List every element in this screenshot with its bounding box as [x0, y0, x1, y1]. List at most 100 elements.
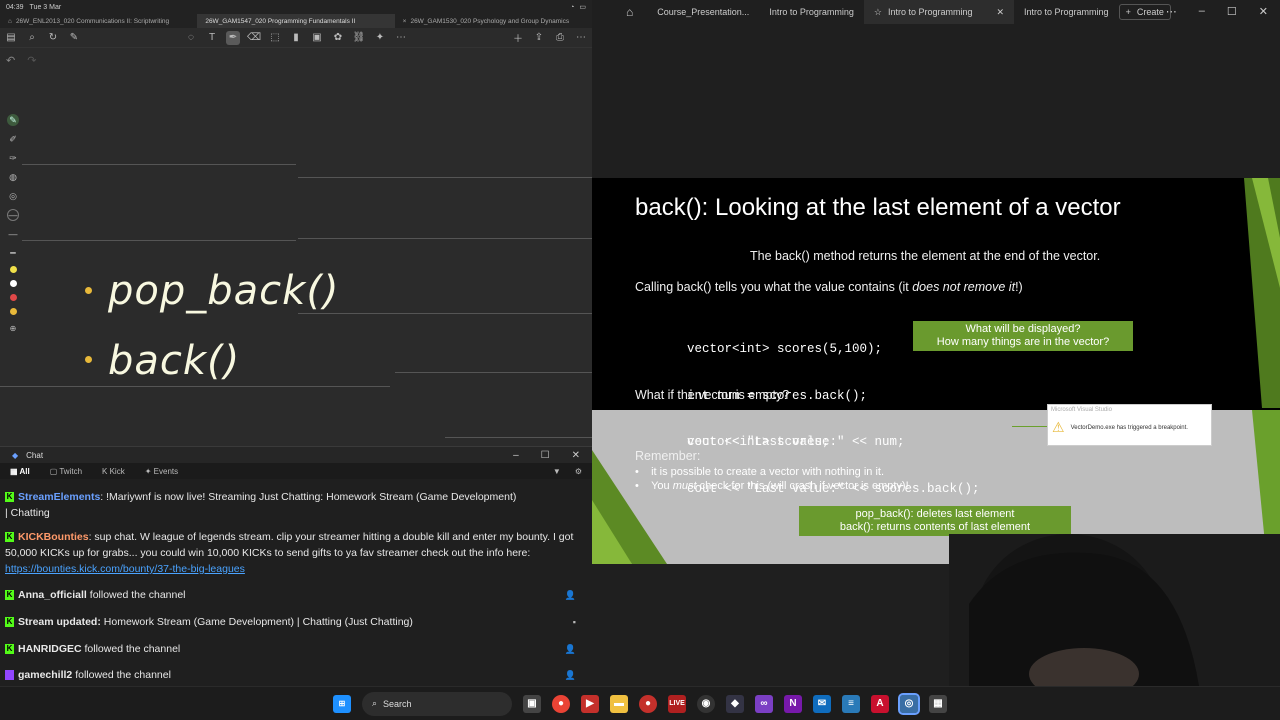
filter-all[interactable]: ▦ All — [10, 467, 30, 476]
status-date: Tue 3 Mar — [29, 3, 62, 11]
pointer-line — [1012, 426, 1047, 427]
close-icon[interactable]: ✕ — [572, 450, 580, 461]
notepad-icon[interactable]: ≡ — [842, 694, 860, 713]
menu-icon[interactable]: ⋯ — [574, 31, 588, 45]
edit-icon[interactable]: ✎ — [67, 31, 81, 45]
text-icon[interactable]: T — [205, 31, 219, 45]
start-icon[interactable]: ⊞ — [333, 694, 351, 713]
star-icon[interactable]: ☆ — [874, 7, 882, 18]
filter-kick[interactable]: K Kick — [102, 467, 125, 476]
chrome-icon[interactable]: ● — [552, 694, 570, 713]
file-explorer-icon[interactable]: ▬ — [610, 694, 628, 713]
bounty-link[interactable]: https://bounties.kick.com/bounty/37-the-… — [5, 563, 245, 575]
status-time: 04:39 — [6, 3, 24, 11]
home-icon[interactable]: ⌂ — [8, 18, 12, 25]
gem-app-icon[interactable]: ◆ — [726, 694, 744, 713]
maximize-icon[interactable]: ☐ — [541, 450, 550, 461]
medium-line-icon[interactable]: ━ — [7, 247, 19, 259]
obs-icon[interactable]: ◉ — [697, 694, 715, 713]
bullet-text: check for this (will crash if vector is … — [696, 480, 909, 492]
color-yellow[interactable] — [9, 266, 17, 273]
image-icon[interactable]: ▣ — [310, 31, 324, 45]
search-icon[interactable]: ⌕ — [25, 31, 39, 45]
undo-redo: ↶ ↷ — [6, 54, 36, 67]
undo-icon[interactable]: ↶ — [6, 54, 15, 67]
chat-text: : sup chat. W league of legends stream. … — [5, 531, 574, 559]
add-color-icon[interactable]: ⊕ — [7, 322, 19, 334]
recorder-icon[interactable]: ● — [639, 694, 657, 713]
pen-icon[interactable]: ✒ — [226, 30, 240, 45]
kick-badge-icon: K — [5, 617, 14, 628]
notes-toolbar: ▤ ⌕ ↻ ✎ ◌ T ✒ ⌫ ⬚ ▮ ▣ ✿ ⛓ ✦ ⋯ ＋ ⇪ ⎙ ⋯ — [0, 28, 592, 48]
visual-studio-icon[interactable]: ∞ — [755, 694, 773, 713]
marker-icon[interactable]: ✑ — [7, 152, 19, 164]
notes-tab-active[interactable]: 26W_GAM1547_020 Programming Fundamentals… — [197, 14, 395, 28]
eraser-icon[interactable]: ⌫ — [247, 31, 261, 45]
more-icon[interactable]: ⋯ — [1166, 5, 1177, 18]
sidebar-icon[interactable]: ▤ — [4, 31, 18, 45]
chat-text: followed the channel — [86, 589, 186, 601]
minimize-icon[interactable]: – — [513, 450, 519, 461]
calling-post: !) — [1015, 280, 1023, 294]
wifi-icon: ◔ — [570, 3, 575, 11]
vs-breakpoint-dialog[interactable]: Microsoft Visual Studio ⚠ VectorDemo.exe… — [1047, 404, 1212, 446]
streaming-app-icon[interactable]: LIVE — [668, 694, 686, 713]
chat-user: KICKBounties — [18, 531, 89, 543]
chat-app-icon: ◆ — [12, 450, 19, 460]
thickness-icon[interactable]: — — [7, 209, 19, 221]
filter-twitch[interactable]: ▢ Twitch — [50, 467, 82, 476]
maximize-icon[interactable]: ☐ — [1227, 5, 1237, 18]
handwritten-bullet — [85, 287, 92, 294]
eraser-small-icon[interactable]: ◎ — [7, 190, 19, 202]
home-tab[interactable]: ⌂ — [592, 0, 647, 24]
settings-icon[interactable]: ⚙ — [575, 467, 582, 476]
pres-tab[interactable]: Intro to Programming — [759, 0, 864, 24]
color-white[interactable] — [9, 280, 17, 287]
filter-events-label: Events — [153, 466, 179, 476]
notes-tab-label: 26W_ENL2013_020 Communications II: Scrip… — [15, 17, 170, 25]
close-icon[interactable]: × — [403, 18, 407, 25]
lasso-icon[interactable]: ◌ — [184, 31, 198, 45]
color-orange[interactable] — [9, 308, 17, 315]
brush-icon[interactable]: ◍ — [7, 171, 19, 183]
notes-tab[interactable]: × 26W_GAM1530_020 Psychology and Group Dy… — [395, 14, 592, 28]
laser-icon[interactable]: ✦ — [373, 31, 387, 45]
more-tools-icon[interactable]: ⋯ — [394, 31, 408, 45]
task-view-icon[interactable]: ▣ — [523, 694, 541, 713]
filter-icon[interactable]: ▼ — [553, 467, 561, 476]
shape-icon[interactable]: ⬚ — [268, 31, 282, 45]
sticker-icon[interactable]: ✿ — [331, 31, 345, 45]
color-red[interactable] — [9, 294, 17, 301]
taskbar-search[interactable]: ⌕ Search — [362, 691, 512, 716]
share-icon[interactable]: ⇪ — [532, 31, 546, 45]
pres-tab[interactable]: Course_Presentation... — [647, 0, 759, 24]
calculator-icon[interactable]: ▦ — [929, 694, 947, 713]
home-icon[interactable]: ⌂ — [626, 5, 633, 19]
chat-user: gamechill2 — [18, 669, 73, 681]
onenote-icon[interactable]: N — [784, 694, 802, 713]
media-app-icon[interactable]: ▶ — [581, 694, 599, 713]
pres-tab-active[interactable]: ☆ Intro to Programming ✕ — [863, 0, 1015, 24]
outlook-icon[interactable]: ✉ — [813, 694, 831, 713]
close-icon[interactable]: ✕ — [1259, 5, 1268, 18]
redo-icon[interactable]: ↷ — [27, 54, 36, 67]
export-icon[interactable]: ⎙ — [553, 31, 567, 45]
link-icon[interactable]: ⛓ — [352, 31, 366, 45]
thin-line-icon[interactable]: — — [7, 228, 19, 240]
notes-tab[interactable]: ⌂ 26W_ENL2013_020 Communications II: Scri… — [0, 14, 197, 28]
refresh-icon[interactable]: ↻ — [46, 31, 60, 45]
pencil-icon[interactable]: ✐ — [7, 133, 19, 145]
calling-text: Calling back() tells you what the value … — [635, 280, 1023, 294]
remember-bullets: • it is possible to create a vector with… — [635, 465, 909, 493]
add-page-icon[interactable]: ＋ — [511, 31, 525, 45]
minimize-icon[interactable]: – — [1199, 5, 1205, 18]
pen-tool-icon[interactable]: ✎ — [7, 114, 19, 126]
filter-events[interactable]: ✦ Events — [145, 467, 178, 476]
acrobat-icon[interactable]: A — [871, 694, 889, 713]
pres-tab[interactable]: Intro to Programming — [1014, 0, 1119, 24]
active-app-icon[interactable]: ◎ — [898, 692, 920, 715]
close-tab-icon[interactable]: ✕ — [996, 7, 1004, 18]
chat-text-cont: | Chatting — [5, 507, 50, 519]
callout-line: What will be displayed? — [965, 323, 1081, 335]
highlighter-icon[interactable]: ▮ — [289, 31, 303, 45]
